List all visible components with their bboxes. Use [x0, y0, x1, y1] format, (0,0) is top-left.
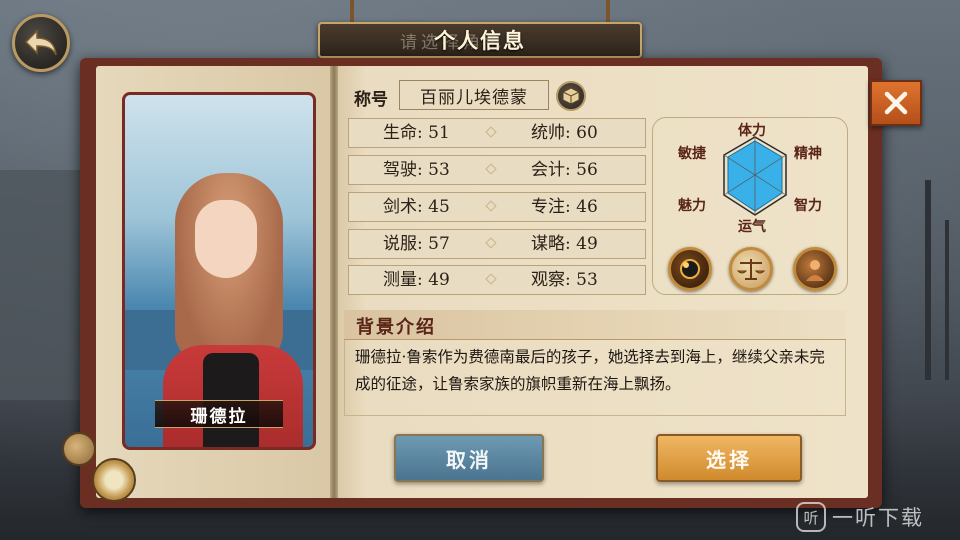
stat-right: 观察: 53 — [531, 270, 598, 290]
attribute-radar-chart — [723, 136, 787, 216]
stat-row: 驾驶: 53 会计: 56 — [348, 155, 646, 185]
compass-icon — [92, 458, 136, 502]
portrait-skill-icon[interactable] — [793, 247, 837, 291]
scales-icon — [736, 259, 766, 280]
character-portrait: 珊德拉 — [122, 92, 316, 450]
background-ship-mast — [945, 220, 949, 380]
title-label: 称号 — [354, 90, 388, 110]
background-ship-mast — [925, 180, 931, 380]
stat-right: 专注: 46 — [531, 197, 598, 217]
radar-label-agility: 敏捷 — [678, 146, 706, 162]
person-icon — [806, 260, 824, 281]
stat-separator — [485, 200, 497, 212]
character-face — [195, 200, 257, 278]
radar-label-charm: 魅力 — [678, 198, 706, 214]
character-name: 珊德拉 — [190, 406, 248, 427]
stat-separator — [485, 163, 497, 175]
close-button[interactable] — [870, 80, 922, 126]
character-name-plate: 珊德拉 — [155, 400, 283, 428]
watermark: 听 一听下载 — [796, 500, 924, 534]
stat-separator — [485, 237, 497, 249]
stat-right: 统帅: 60 — [531, 123, 598, 143]
stat-left: 剑术: 45 — [383, 197, 450, 217]
stat-right: 会计: 56 — [531, 160, 598, 180]
stat-row: 测量: 49 观察: 53 — [348, 265, 646, 295]
scales-skill-icon[interactable] — [729, 247, 773, 291]
title-value-box: 百丽儿埃德蒙 — [399, 80, 549, 110]
cannon-skill-icon[interactable] — [668, 247, 712, 291]
stat-row: 剑术: 45 专注: 46 — [348, 192, 646, 222]
title-banner: 请选择角色 个人信息 — [318, 22, 642, 58]
stat-separator — [485, 126, 497, 138]
watermark-logo-text: 听 — [803, 508, 819, 527]
radar-label-intellect: 智力 — [794, 198, 822, 214]
stat-left: 测量: 49 — [383, 270, 450, 290]
dice-icon — [562, 87, 580, 105]
stat-left: 说服: 57 — [383, 234, 450, 254]
radar-label-spirit: 精神 — [794, 146, 822, 162]
stat-separator — [485, 273, 497, 285]
book-spine — [330, 66, 338, 498]
background-section-body: 珊德拉·鲁索作为费德南最后的孩子，她选择去到海上，继续父亲未完成的征途，让鲁索家… — [344, 340, 846, 416]
watermark-logo-icon: 听 — [796, 502, 826, 532]
back-arrow-icon — [24, 29, 57, 56]
close-icon — [884, 91, 908, 115]
background-section-title: 背景介绍 — [356, 317, 436, 338]
radar-label-luck: 运气 — [738, 219, 766, 235]
stat-row: 说服: 57 谋略: 49 — [348, 229, 646, 259]
radar-label-stamina: 体力 — [738, 123, 766, 139]
stat-left: 驾驶: 53 — [383, 160, 450, 180]
back-button[interactable] — [12, 14, 70, 72]
title-value: 百丽儿埃德蒙 — [420, 87, 528, 108]
compass-lid-icon — [62, 432, 96, 466]
stat-right: 谋略: 49 — [531, 234, 598, 254]
watermark-text: 一听下载 — [832, 506, 924, 530]
stat-row: 生命: 51 统帅: 60 — [348, 118, 646, 148]
select-button[interactable]: 选择 — [656, 434, 802, 482]
cannon-icon — [680, 259, 700, 279]
background-section-header: 背景介绍 — [344, 310, 846, 340]
background-building — [0, 170, 80, 400]
randomize-title-button[interactable] — [556, 81, 586, 111]
page-title: 个人信息 — [434, 28, 526, 53]
background-description: 珊德拉·鲁索作为费德南最后的孩子，她选择去到海上，继续父亲未完成的征途，让鲁索家… — [355, 348, 825, 393]
cancel-button[interactable]: 取消 — [394, 434, 544, 482]
stat-left: 生命: 51 — [383, 123, 450, 143]
